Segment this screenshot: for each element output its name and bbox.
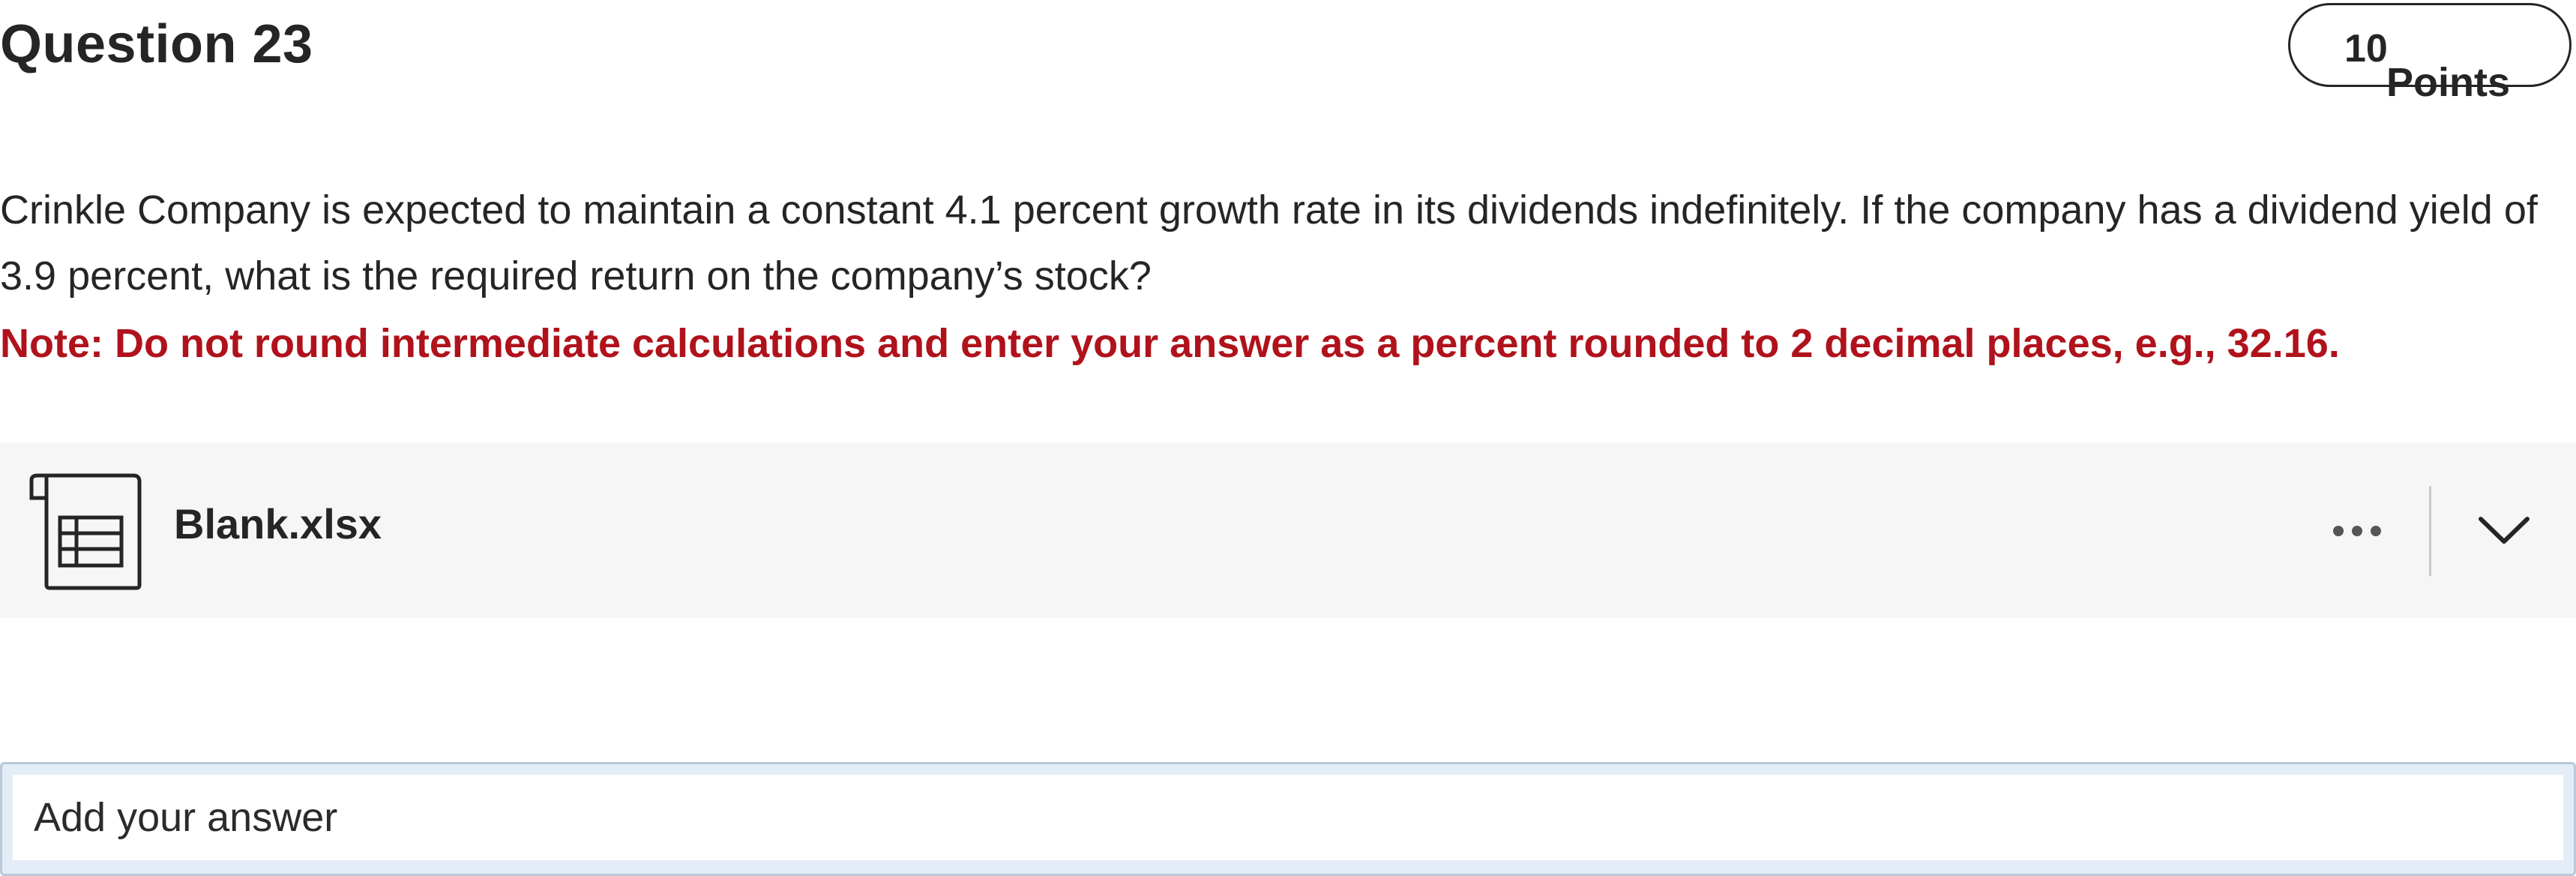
question-note: Note: Do not round intermediate calculat… xyxy=(0,321,2340,366)
expand-attachment-button[interactable] xyxy=(2465,494,2543,568)
question-prompt: Crinkle Company is expected to maintain … xyxy=(0,188,2538,298)
attachment-divider xyxy=(2429,486,2431,576)
question-page: Question 23 10 Points Crinkle Company is… xyxy=(0,0,2576,876)
attachment-file-name[interactable]: Blank.xlsx xyxy=(174,500,382,548)
chevron-down-icon xyxy=(2479,517,2530,544)
more-options-button[interactable] xyxy=(2318,498,2396,564)
attachment-card[interactable]: Blank.xlsx xyxy=(0,442,2576,618)
question-title: Question 23 xyxy=(0,14,313,74)
answer-field-container xyxy=(0,762,2576,876)
more-horizontal-icon xyxy=(2333,526,2381,536)
points-badge: 10 Points xyxy=(2288,3,2572,105)
spreadsheet-file-icon xyxy=(29,473,142,590)
answer-input[interactable] xyxy=(13,775,2563,860)
points-label: Points xyxy=(2386,60,2511,105)
points-value: 10 xyxy=(2344,27,2388,70)
